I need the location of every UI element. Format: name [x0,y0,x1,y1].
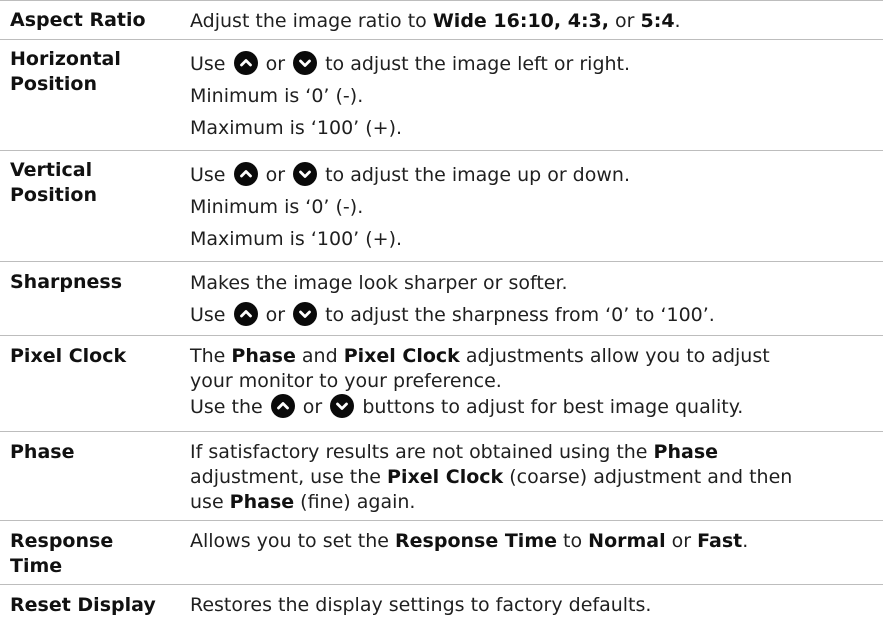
text-run: Minimum is ‘0’ (-). [190,196,364,218]
emphasis-text: Fast [697,530,743,552]
row-divider [0,261,883,262]
desc-line: Use or to adjust the image up or down. [190,159,873,191]
text-run: or [259,53,292,75]
desc-line: Use the or buttons to adjust for best im… [190,394,873,419]
term-phase: Phase [10,441,75,463]
desc-line: Minimum is ‘0’ (-). [190,191,873,223]
row-divider [0,431,883,432]
table-top-border [0,0,883,1]
text-run: or [608,10,641,32]
text-run: your monitor to your preference. [190,370,502,392]
desc-response-time: Allows you to set the Response Time to N… [190,529,873,554]
up-arrow-icon [233,162,258,186]
desc-vertical-position: Use or to adjust the image up or down. Mi… [190,159,873,255]
text-run: buttons to adjust for best image quality… [356,396,744,418]
desc-line: your monitor to your preference. [190,369,873,394]
term-pixel-clock: Pixel Clock [10,345,127,367]
text-run: Use [190,164,232,186]
emphasis-text: Phase [229,491,295,513]
text-run: or [259,164,292,186]
text-run: Makes the image look sharper or softer. [190,272,568,294]
text-run: use [190,491,230,513]
text-run: Use the [190,396,269,418]
row-divider [0,39,883,40]
desc-reset-display: Restores the display settings to factory… [190,593,873,618]
desc-line: Minimum is ‘0’ (-). [190,80,873,112]
row-divider [0,150,883,151]
text-run: adjustment, use the [190,466,388,488]
emphasis-text: Phase [231,345,296,367]
desc-line: adjustment, use the Pixel Clock (coarse)… [190,465,873,490]
text-run: Use [190,53,232,75]
settings-table: Aspect Ratio Adjust the image ratio to W… [0,0,883,623]
text-run: (fine) again. [294,491,416,513]
desc-pixel-clock: The Phase and Pixel Clock adjustments al… [190,344,873,419]
down-arrow-icon [330,394,355,418]
up-arrow-icon [233,302,258,326]
term-aspect-ratio: Aspect Ratio [10,9,146,31]
emphasis-text: Pixel Clock [387,466,504,488]
text-run: (coarse) adjustment and then [503,466,793,488]
down-arrow-icon [293,51,318,75]
text-run: or [296,396,329,418]
desc-line: Use or to adjust the sharpness from ‘0’ … [190,299,873,331]
emphasis-text: Pixel Clock [343,345,460,367]
text-run: Maximum is ‘100’ (+). [190,117,403,139]
text-run: or [259,304,292,326]
up-arrow-icon [270,394,295,418]
text-run: Restores the display settings to factory… [190,594,652,616]
desc-line: Maximum is ‘100’ (+). [190,223,873,255]
desc-line: Allows you to set the Response Time to N… [190,529,873,554]
text-run: Adjust the image ratio to [190,10,433,32]
term-reset-display: Reset Display [10,594,156,616]
desc-line: Adjust the image ratio to Wide 16:10, 4:… [190,5,873,37]
desc-phase: If satisfactory results are not obtained… [190,440,873,515]
text-run: The [190,345,232,367]
text-run: Maximum is ‘100’ (+). [190,228,403,250]
text-run: to adjust the sharpness from ‘0’ to ‘100… [319,304,715,326]
desc-aspect-ratio: Adjust the image ratio to Wide 16:10, 4:… [190,5,873,37]
emphasis-text: Phase [653,441,719,463]
row-divider [0,335,883,336]
emphasis-text: Normal [588,530,666,552]
text-run: to adjust the image up or down. [319,164,630,186]
term-sharpness: Sharpness [10,271,123,293]
emphasis-text: Response Time [395,530,558,552]
text-run: Minimum is ‘0’ (-). [190,85,364,107]
text-run: to adjust the image left or right. [319,53,631,75]
up-arrow-icon [233,51,258,75]
emphasis-text: 5:4 [640,10,675,32]
text-run: adjustments allow you to adjust [459,345,770,367]
text-run: . [742,530,749,552]
desc-line: use Phase (fine) again. [190,490,873,515]
text-run: and [295,345,344,367]
desc-line: Use or to adjust the image left or right… [190,48,873,80]
desc-line: Makes the image look sharper or softer. [190,267,873,299]
text-run: Use [190,304,232,326]
desc-sharpness: Makes the image look sharper or softer. U… [190,267,873,331]
desc-line: The Phase and Pixel Clock adjustments al… [190,344,873,369]
text-run: or [665,530,698,552]
term-response-time: Response Time [10,530,114,577]
emphasis-text: Wide 16:10, 4:3, [432,10,609,32]
text-run: Allows you to set the [190,530,396,552]
desc-line: Restores the display settings to factory… [190,593,873,618]
text-run: . [674,10,681,32]
down-arrow-icon [293,302,318,326]
desc-line: Maximum is ‘100’ (+). [190,112,873,144]
text-run: If satisfactory results are not obtained… [190,441,654,463]
row-divider [0,520,883,521]
desc-horizontal-position: Use or to adjust the image left or right… [190,48,873,144]
text-run: to [557,530,589,552]
term-vertical-position: Vertical Position [10,159,97,206]
desc-line: If satisfactory results are not obtained… [190,440,873,465]
term-horizontal-position: Horizontal Position [10,48,121,95]
down-arrow-icon [293,162,318,186]
row-divider [0,584,883,585]
